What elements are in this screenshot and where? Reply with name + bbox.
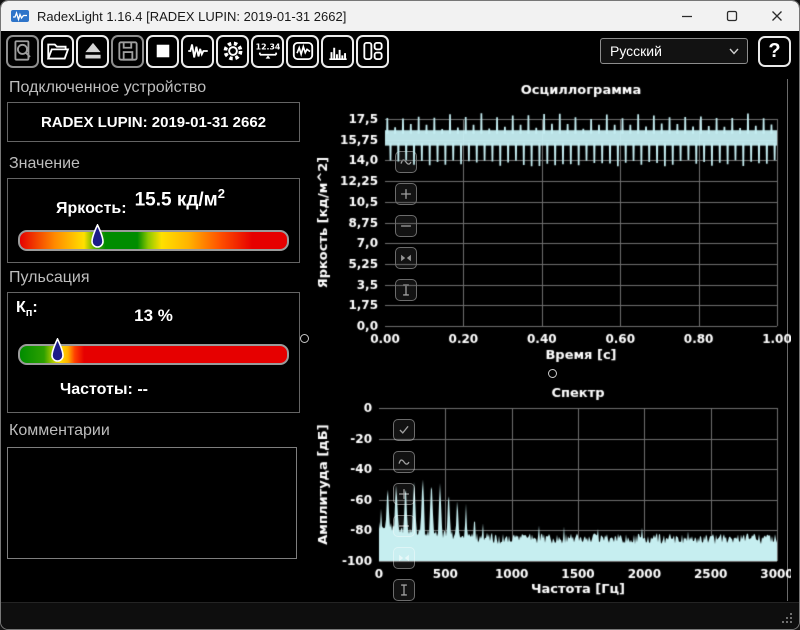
ibeam-icon — [395, 581, 413, 599]
chevron-down-icon — [729, 48, 739, 55]
split-layout-view-button[interactable] — [356, 34, 389, 68]
open-folder-icon — [45, 38, 71, 64]
window-controls — [664, 1, 799, 31]
language-select-value: Русский — [610, 43, 662, 59]
comments-input[interactable] — [7, 447, 297, 559]
brightness-readout: Яркость: 15.5 кд/м2 — [8, 186, 299, 218]
app-logo-icon — [11, 9, 29, 23]
fit-arrows-icon — [395, 549, 413, 567]
device-name: RADEX LUPIN: 2019-01-31 2662 — [40, 113, 267, 131]
brightness-marker-icon — [91, 224, 105, 248]
comments-section-label: Комментарии — [9, 422, 110, 439]
app-window: RadexLight 1.16.4 [RADEX LUPIN: 2019-01-… — [0, 0, 800, 630]
digital-display-icon: 12.34 — [255, 38, 281, 64]
spectrum-wave-style-button[interactable] — [393, 451, 415, 473]
kp-value: 13 % — [134, 306, 173, 325]
wave-box-icon — [395, 453, 413, 471]
stop-measurement-button[interactable] — [146, 34, 179, 68]
waveform-icon — [185, 38, 211, 64]
device-name-box: RADEX LUPIN: 2019-01-31 2662 — [7, 102, 300, 142]
settings-button[interactable] — [216, 34, 249, 68]
magnifier-document-icon — [10, 38, 36, 64]
brightness-value: 15.5 кд/м2 — [134, 186, 225, 211]
eject-device-button[interactable] — [76, 34, 109, 68]
minimize-button[interactable] — [664, 1, 709, 31]
bar-chart-icon — [325, 38, 351, 64]
chart-splitter-handle[interactable] — [548, 369, 557, 378]
brightness-label: Яркость: — [56, 200, 127, 218]
brightness-value-box: Яркость: 15.5 кд/м2 — [7, 178, 300, 263]
frequencies-readout: Частоты: -- — [60, 381, 148, 398]
eject-icon — [80, 38, 106, 64]
spectrum-view-button[interactable] — [321, 34, 354, 68]
oscillogram-view-button[interactable] — [286, 34, 319, 68]
spectrum-cursor-button[interactable] — [393, 579, 415, 601]
value-section-label: Значение — [9, 155, 80, 172]
check-box-icon — [395, 421, 413, 439]
scan-device-button[interactable] — [6, 34, 39, 68]
spectrum-zoom-out-button[interactable] — [393, 515, 415, 537]
spectrum-autoscale-button[interactable] — [393, 419, 415, 441]
maximize-button[interactable] — [709, 1, 754, 31]
pulsation-marker-icon — [51, 338, 65, 362]
titlebar: RadexLight 1.16.4 [RADEX LUPIN: 2019-01-… — [1, 1, 799, 31]
numeric-display-mode-button[interactable]: 12.34 — [251, 34, 284, 68]
oscillogram-chart[interactable] — [311, 76, 791, 366]
panel-splitter-handle[interactable] — [300, 334, 309, 343]
line-chart-icon — [290, 38, 316, 64]
kp-label: Кп: — [16, 299, 38, 320]
split-layout-icon — [360, 38, 386, 64]
spectrum-zoom-in-button[interactable] — [393, 483, 415, 505]
brightness-scale-bar — [18, 224, 289, 251]
window-title: RadexLight 1.16.4 [RADEX LUPIN: 2019-01-… — [37, 8, 347, 24]
spectrum-fit-view-button[interactable] — [393, 547, 415, 569]
pulsation-scale-bar — [18, 338, 289, 365]
left-panel: Подключенное устройство RADEX LUPIN: 201… — [7, 71, 300, 564]
help-button[interactable]: ? — [758, 35, 791, 67]
language-select[interactable]: Русский — [600, 38, 748, 64]
save-file-button[interactable] — [111, 34, 144, 68]
gear-icon — [220, 38, 246, 64]
close-button[interactable] — [754, 1, 799, 31]
pulsation-box: Кп: 13 % Частоты: -- — [7, 292, 300, 413]
svg-text:12.34: 12.34 — [255, 42, 280, 51]
minus-icon — [395, 517, 413, 535]
toolbar: 12.34 Русский ? — [1, 31, 799, 71]
waveform-mode-button[interactable] — [181, 34, 214, 68]
open-file-button[interactable] — [41, 34, 74, 68]
plus-icon — [395, 485, 413, 503]
resize-grip-icon[interactable] — [782, 613, 793, 624]
floppy-save-icon — [115, 38, 141, 64]
statusbar — [1, 602, 799, 629]
stop-square-icon — [150, 38, 176, 64]
device-section-label: Подключенное устройство — [9, 79, 207, 96]
spectrum-chart[interactable] — [311, 361, 791, 606]
pulsation-section-label: Пульсация — [9, 269, 90, 286]
